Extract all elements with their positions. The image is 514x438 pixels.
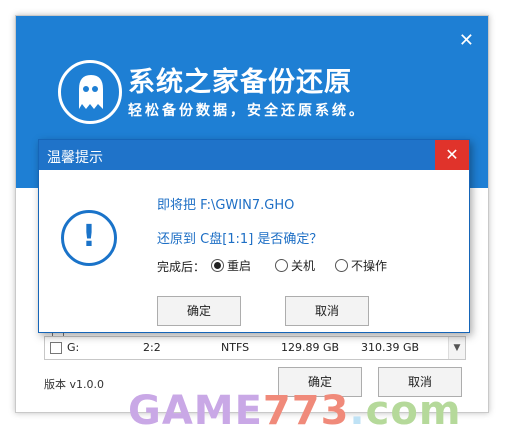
partition-total: 310.39 GB: [361, 341, 420, 354]
radio-shutdown[interactable]: 关机: [275, 257, 315, 274]
dialog-cancel-button[interactable]: 取消: [285, 296, 369, 326]
ghost-logo-icon: [58, 60, 122, 124]
watermark-com: com: [365, 388, 462, 434]
watermark-game: GAME: [128, 388, 263, 434]
radio-shutdown-indicator[interactable]: [275, 259, 288, 272]
chevron-down-icon[interactable]: ▼: [448, 337, 465, 359]
watermark-number: 773: [262, 388, 350, 434]
options-label: 完成后：: [157, 260, 206, 274]
partition-free: 129.89 GB: [281, 341, 340, 354]
partition-index: 2:2: [143, 341, 161, 354]
radio-no-action-indicator[interactable]: [335, 259, 348, 272]
radio-no-action[interactable]: 不操作: [335, 257, 387, 274]
dialog-title: 温馨提示: [47, 150, 103, 166]
dialog-titlebar: 温馨提示 ✕: [39, 140, 469, 170]
radio-no-action-label: 不操作: [351, 259, 388, 273]
main-close-button[interactable]: ✕: [459, 32, 474, 50]
partition-name: G:: [67, 341, 80, 354]
partition-row[interactable]: G: 2:2 NTFS 129.89 GB 310.39 GB ▼: [44, 336, 466, 360]
radio-shutdown-label: 关机: [291, 259, 316, 273]
dialog-confirm-button[interactable]: 确定: [157, 296, 241, 326]
version-label: 版本 v1.0.0: [44, 378, 104, 391]
exclamation-icon: !: [61, 210, 117, 266]
partition-checkbox[interactable]: [50, 342, 62, 354]
confirm-dialog: 温馨提示 ✕ ! 即将把 F:\GWIN7.GHO 还原到 C盘[1:1] 是否…: [38, 139, 470, 333]
radio-restart-label: 重启: [227, 259, 252, 273]
dialog-close-button[interactable]: ✕: [435, 140, 469, 170]
radio-restart[interactable]: 重启: [211, 257, 251, 274]
watermark-dot: .: [349, 388, 366, 434]
watermark: GAME773.com: [128, 388, 462, 434]
app-title: 系统之家备份还原: [128, 67, 352, 98]
radio-restart-indicator[interactable]: [211, 259, 224, 272]
app-subtitle: 轻松备份数据，安全还原系统。: [128, 103, 366, 119]
partition-fs: NTFS: [221, 341, 250, 354]
dialog-message-line1: 即将把 F:\GWIN7.GHO: [157, 198, 295, 213]
dialog-message-line2: 还原到 C盘[1:1] 是否确定？: [157, 232, 323, 247]
